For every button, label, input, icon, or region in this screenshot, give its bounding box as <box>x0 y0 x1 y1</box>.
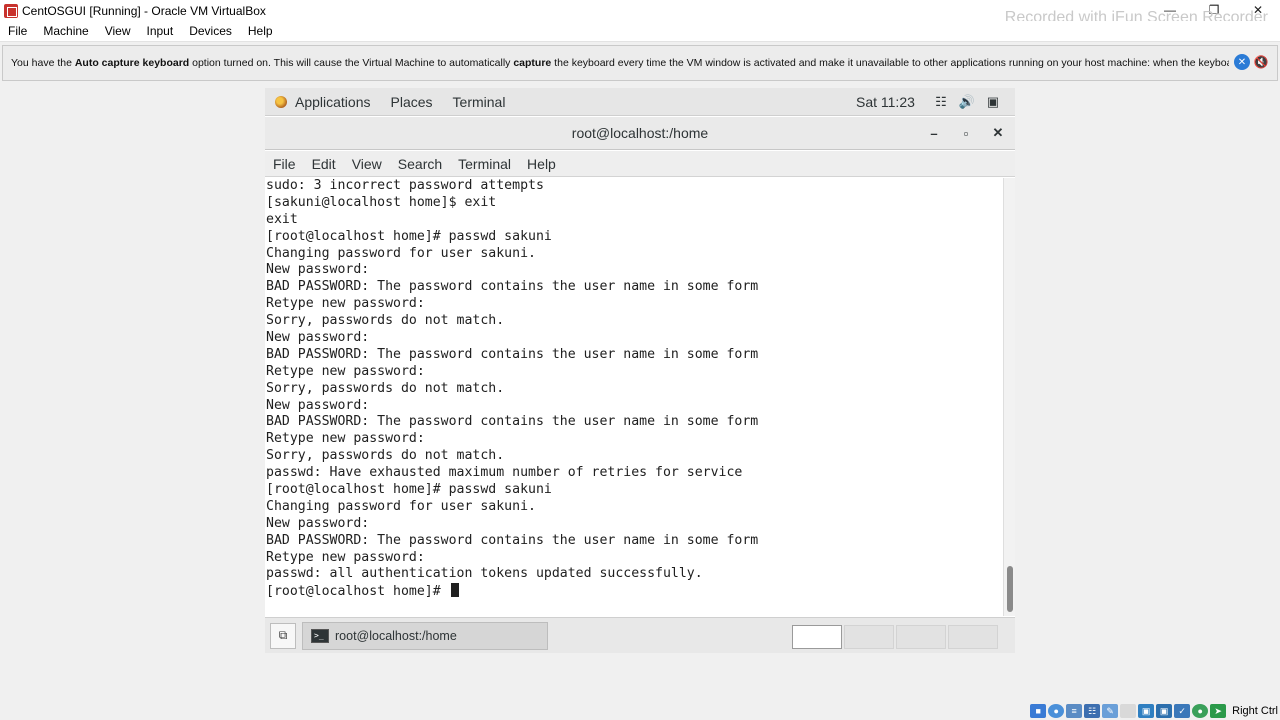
notice-close-icon[interactable]: ✕ <box>1234 54 1250 70</box>
clock[interactable]: Sat 11:23 <box>856 94 915 110</box>
terminal-line: Changing password for user sakuni. <box>266 498 536 514</box>
host-menu-devices[interactable]: Devices <box>181 24 240 38</box>
terminal-title: root@localhost:/home <box>571 125 709 141</box>
terminal-line: BAD PASSWORD: The password contains the … <box>266 279 759 295</box>
network-icon[interactable]: ☷ <box>1084 704 1101 718</box>
terminal-menu-edit[interactable]: Edit <box>304 156 344 172</box>
virtualbox-icon <box>4 3 18 18</box>
taskbar-item-label: root@localhost:/home <box>335 628 457 643</box>
host-key-label: Right Ctrl <box>1232 705 1278 717</box>
terminal-maximize-icon[interactable]: ▫ <box>957 124 975 142</box>
optical-icon[interactable]: ● <box>1048 704 1065 718</box>
hdd-icon[interactable]: ■ <box>1030 704 1047 718</box>
workspace-4[interactable] <box>948 625 998 649</box>
terminal-line: sudo: 3 incorrect password attempts <box>266 178 544 193</box>
scrollbar-thumb[interactable] <box>1007 566 1013 612</box>
workspace-switcher <box>792 625 998 649</box>
terminal-line: Sorry, passwords do not match. <box>266 313 505 329</box>
drag-drop-icon[interactable] <box>1120 704 1137 718</box>
video-capture-icon[interactable]: ▣ <box>1156 704 1173 718</box>
terminal-line: New password: <box>266 262 378 278</box>
terminal-line: New password: <box>266 515 378 531</box>
shared-folder-icon[interactable]: ✎ <box>1102 704 1119 718</box>
terminal-line: Sorry, passwords do not match. <box>266 380 505 396</box>
gnome-top-panel: Applications Places Terminal Sat 11:23 ☷… <box>265 88 1015 116</box>
host-menu-input[interactable]: Input <box>139 24 182 38</box>
auto-capture-notice: You have the Auto capture keyboard optio… <box>2 45 1278 81</box>
terminal-menu-help[interactable]: Help <box>519 156 564 172</box>
terminal-line: Sorry, passwords do not match. <box>266 448 505 464</box>
terminal-line: BAD PASSWORD: The password contains the … <box>266 532 759 548</box>
terminal-scrollbar[interactable] <box>1003 178 1015 616</box>
host-titlebar: CentOSGUI [Running] - Oracle VM VirtualB… <box>0 0 1280 26</box>
show-desktop-icon[interactable]: ⧉ <box>270 622 296 649</box>
gnome-foot-icon <box>275 95 287 108</box>
host-menubar: File Machine View Input Devices Help <box>0 21 1280 42</box>
terminal-line: passwd: all authentication tokens update… <box>266 566 703 582</box>
terminal-line: exit <box>266 211 298 227</box>
workspace-1[interactable] <box>792 625 842 649</box>
terminal-line: Retype new password: <box>266 296 433 312</box>
terminal-line: [root@localhost home]# passwd sakuni <box>266 228 552 244</box>
volume-icon[interactable]: 🔊 <box>959 94 975 110</box>
terminal-cursor <box>450 583 459 598</box>
arrow-icon[interactable]: ➤ <box>1210 704 1227 718</box>
applications-menu[interactable]: Applications <box>295 94 371 110</box>
places-menu[interactable]: Places <box>391 94 433 110</box>
terminal-line: New password: <box>266 330 378 346</box>
terminal-line: New password: <box>266 397 378 413</box>
terminal-line: Changing password for user sakuni. <box>266 245 536 261</box>
terminal-line: Retype new password: <box>266 431 433 447</box>
terminal-line: Retype new password: <box>266 549 433 565</box>
terminal-output[interactable]: sudo: 3 incorrect password attempts [sak… <box>265 178 1003 616</box>
terminal-line: BAD PASSWORD: The password contains the … <box>266 346 759 362</box>
host-menu-help[interactable]: Help <box>240 24 281 38</box>
terminal-line: BAD PASSWORD: The password contains the … <box>266 414 759 430</box>
terminal-menubar: File Edit View Search Terminal Help <box>265 151 1015 177</box>
terminal-menu-view[interactable]: View <box>344 156 390 172</box>
notice-text: You have the Auto capture keyboard optio… <box>11 57 1229 69</box>
host-status-bar: ■ ● ≡ ☷ ✎ ▣ ▣ ✓ ● ➤ Right Ctrl <box>1030 702 1280 720</box>
terminal-menu-terminal[interactable]: Terminal <box>450 156 519 172</box>
workspace-2[interactable] <box>844 625 894 649</box>
terminal-menu-file[interactable]: File <box>265 156 304 172</box>
host-menu-view[interactable]: View <box>97 24 139 38</box>
gnome-bottom-panel: ⧉ >_ root@localhost:/home <box>265 617 1015 653</box>
terminal-menu-search[interactable]: Search <box>390 156 450 172</box>
network-icon[interactable]: ☷ <box>933 94 949 110</box>
cpu-icon[interactable]: ✓ <box>1174 704 1191 718</box>
mouse-icon[interactable]: ● <box>1192 704 1209 718</box>
terminal-line: Retype new password: <box>266 363 433 379</box>
host-menu-machine[interactable]: Machine <box>35 24 96 38</box>
guest-screen: Applications Places Terminal Sat 11:23 ☷… <box>265 88 1015 653</box>
terminal-app-menu[interactable]: Terminal <box>453 94 506 110</box>
terminal-titlebar: root@localhost:/home – ▫ ✕ <box>265 117 1015 150</box>
host-menu-file[interactable]: File <box>0 24 35 38</box>
terminal-line: [root@localhost home]# passwd sakuni <box>266 482 552 498</box>
terminal-icon: >_ <box>311 628 329 643</box>
terminal-minimize-icon[interactable]: – <box>925 124 943 142</box>
display-icon[interactable]: ▣ <box>1138 704 1155 718</box>
workspace-3[interactable] <box>896 625 946 649</box>
notice-do-not-show-icon[interactable]: 🔇 <box>1253 54 1269 70</box>
taskbar-terminal-item[interactable]: >_ root@localhost:/home <box>302 621 548 650</box>
terminal-close-icon[interactable]: ✕ <box>989 124 1007 142</box>
terminal-prompt: [root@localhost home]# <box>266 584 449 600</box>
window-title: CentOSGUI [Running] - Oracle VM VirtualB… <box>22 3 266 18</box>
usb-icon[interactable]: ≡ <box>1066 704 1083 718</box>
power-icon[interactable]: ▣ <box>985 94 1001 110</box>
terminal-line: [sakuni@localhost home]$ exit <box>266 194 497 210</box>
terminal-prompt-line: [root@localhost home]# <box>265 583 1003 600</box>
terminal-line: passwd: Have exhausted maximum number of… <box>266 465 743 481</box>
